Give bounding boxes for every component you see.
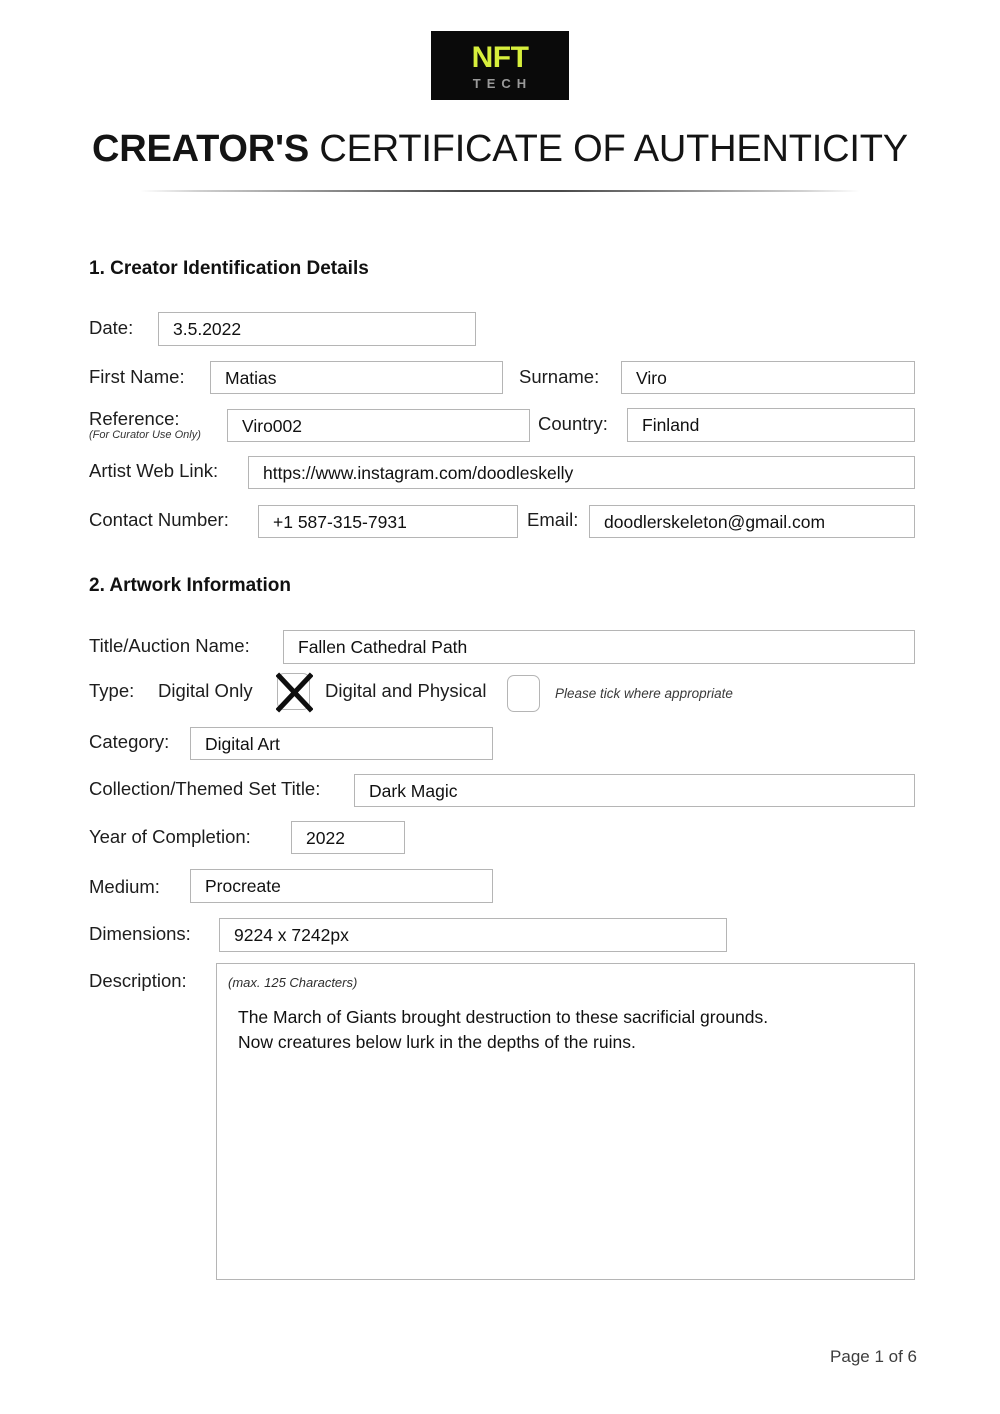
type-tick-note: Please tick where appropriate [555, 686, 733, 701]
country-field[interactable]: Finland [627, 408, 915, 442]
page-title-regular: CERTIFICATE OF AUTHENTICITY [309, 128, 908, 170]
year-of-completion-label: Year of Completion: [89, 826, 251, 847]
description-text: The March of Giants brought destruction … [238, 1007, 769, 1052]
category-field[interactable]: Digital Art [190, 727, 493, 760]
contact-number-label: Contact Number: [89, 509, 229, 530]
country-label: Country: [538, 413, 608, 434]
first-name-label: First Name: [89, 366, 185, 387]
x-mark-icon [276, 672, 313, 713]
section-2-heading: 2. Artwork Information [89, 575, 291, 596]
dimensions-label: Dimensions: [89, 923, 191, 944]
year-of-completion-field[interactable]: 2022 [291, 821, 405, 854]
type-label: Type: [89, 680, 135, 701]
page-indicator: Page 1 of 6 [830, 1347, 917, 1366]
collection-field[interactable]: Dark Magic [354, 774, 915, 807]
surname-label: Surname: [519, 366, 600, 387]
title-divider [140, 190, 860, 192]
category-label: Category: [89, 731, 170, 752]
reference-field[interactable]: Viro002 [227, 409, 530, 442]
title-auction-name-label: Title/Auction Name: [89, 635, 250, 656]
medium-label: Medium: [89, 876, 160, 897]
email-field[interactable]: doodlerskeleton@gmail.com [589, 505, 915, 538]
email-label: Email: [527, 509, 579, 530]
page-title: CREATOR'S CERTIFICATE OF AUTHENTICITY [0, 126, 1000, 172]
artist-web-link-field[interactable]: https://www.instagram.com/doodleskelly [248, 456, 915, 489]
page-title-bold: CREATOR'S [92, 128, 310, 170]
reference-label: Reference: [89, 408, 180, 429]
contact-number-field[interactable]: +1 587-315-7931 [258, 505, 518, 538]
description-label: Description: [89, 970, 187, 991]
date-field[interactable]: 3.5.2022 [158, 312, 476, 346]
title-auction-name-field[interactable]: Fallen Cathedral Path [283, 630, 915, 664]
reference-sublabel: (For Curator Use Only) [89, 429, 201, 441]
first-name-field[interactable]: Matias [210, 361, 503, 394]
medium-field[interactable]: Procreate [190, 869, 493, 903]
logo-primary-text: NFT [471, 41, 529, 74]
certificate-page: NFT TECH CREATOR'S CERTIFICATE OF AUTHEN… [0, 0, 1000, 1414]
collection-label: Collection/Themed Set Title: [89, 778, 321, 799]
date-label: Date: [89, 317, 134, 338]
type-option-digital-physical-label: Digital and Physical [325, 680, 487, 701]
nft-tech-logo: NFT TECH [431, 31, 569, 100]
checkbox-digital-and-physical[interactable] [507, 675, 540, 712]
surname-field[interactable]: Viro [621, 361, 915, 394]
description-field[interactable]: (max. 125 Characters) The March of Giant… [216, 963, 915, 1280]
dimensions-field[interactable]: 9224 x 7242px [219, 918, 727, 952]
artist-web-link-label: Artist Web Link: [89, 460, 219, 481]
section-1-heading: 1. Creator Identification Details [89, 258, 369, 279]
description-hint: (max. 125 Characters) [228, 975, 358, 990]
checkbox-digital-only[interactable] [276, 672, 313, 713]
type-option-digital-only-label: Digital Only [158, 680, 253, 701]
logo-secondary-text: TECH [472, 76, 533, 91]
